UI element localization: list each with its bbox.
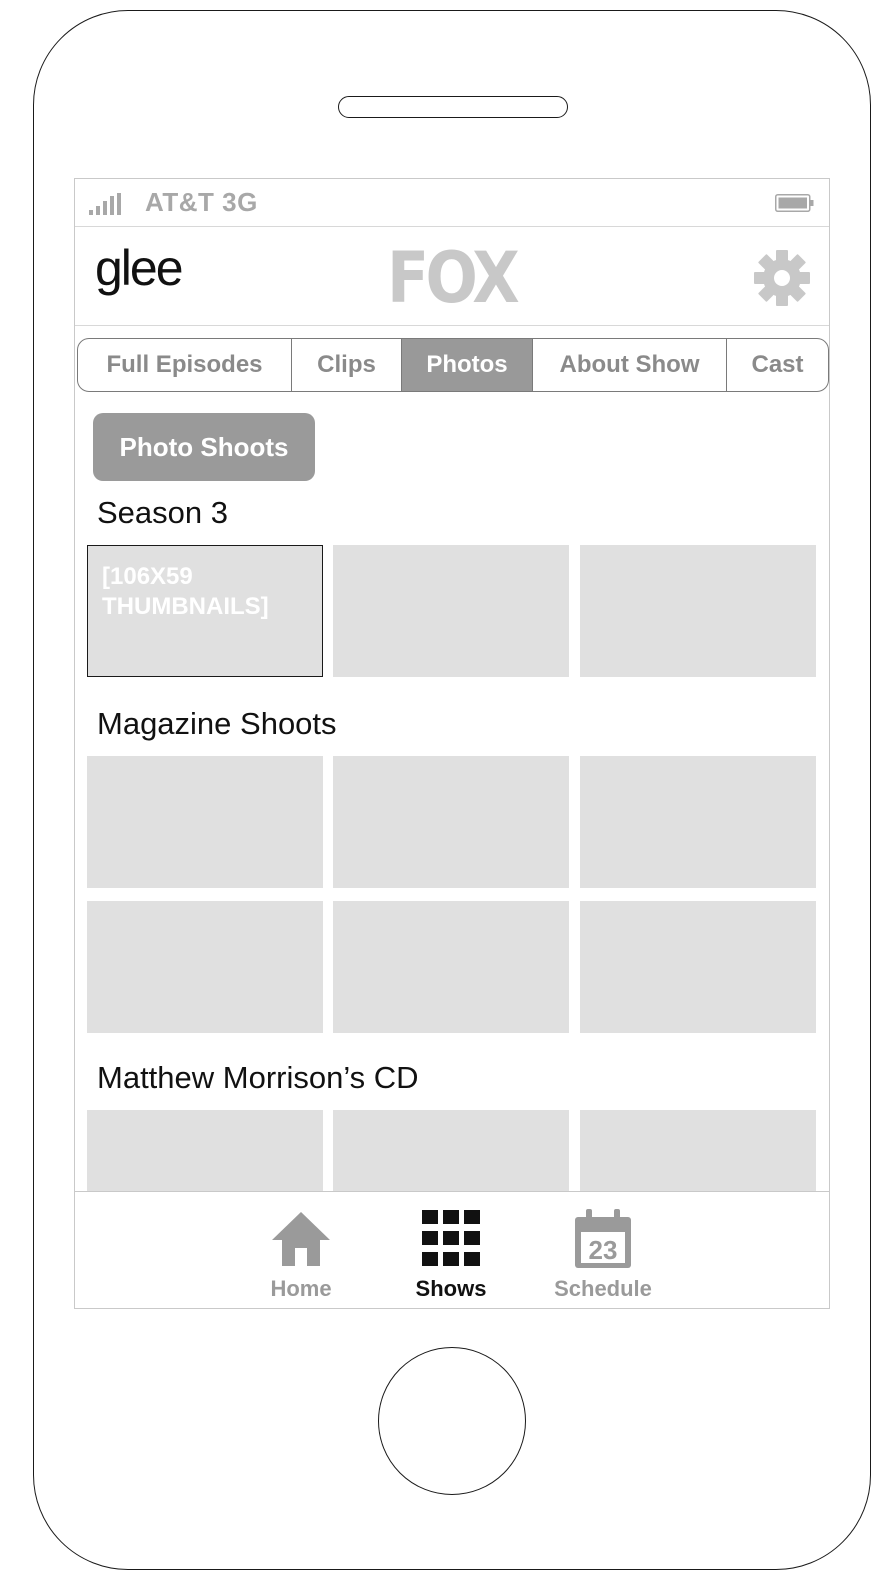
photo-thumbnail[interactable] [580,545,816,677]
bottom-tab-bar: Home Shows 23 Schedule [75,1191,829,1308]
photo-thumbnail[interactable] [87,756,323,888]
photo-thumbnail[interactable]: [106X59 THUMBNAILS] [87,545,323,677]
signal-strength-icon [89,193,121,215]
tab-clips[interactable]: Clips [292,339,402,391]
tab-about-show[interactable]: About Show [533,339,727,391]
hardware-home-button[interactable] [378,1347,526,1495]
tab-full-episodes[interactable]: Full Episodes [78,339,292,391]
tab-cast[interactable]: Cast [727,339,828,391]
photo-thumbnail[interactable] [333,901,569,1033]
status-bar: AT&T 3G [75,179,829,227]
calendar-day-text: 23 [589,1235,618,1265]
app-header: glee FOX [75,227,829,326]
carrier-label: AT&T 3G [145,187,258,217]
section-title-season-3: Season 3 [97,495,228,530]
calendar-icon: 23 [575,1209,631,1268]
phone-speaker [338,96,568,118]
bottom-tab-label: Shows [415,1276,487,1301]
bottom-tab-schedule[interactable]: 23 Schedule [543,1192,663,1308]
grid-icon [422,1210,480,1266]
show-logo: glee [95,240,184,296]
bottom-tab-home[interactable]: Home [241,1192,361,1308]
section-title-magazine-shoots: Magazine Shoots [97,706,337,741]
thumbnail-size-note: [106X59 THUMBNAILS] [102,563,269,620]
home-icon [272,1212,330,1266]
photo-thumbnail[interactable] [580,756,816,888]
photo-thumbnail[interactable] [87,901,323,1033]
section-title-matthew-morrisons-cd: Matthew Morrison’s CD [97,1060,419,1095]
bottom-tab-label: Home [270,1276,332,1301]
bottom-tab-label: Schedule [554,1276,652,1301]
photo-thumbnail[interactable] [333,545,569,677]
photo-thumbnail[interactable] [333,756,569,888]
bottom-tab-shows[interactable]: Shows [391,1192,511,1308]
photo-shoots-button[interactable]: Photo Shoots [93,413,315,481]
battery-icon [775,194,814,212]
content-tabs: Full Episodes Clips Photos About Show Ca… [77,338,829,392]
gear-icon[interactable] [753,249,811,307]
tab-photos[interactable]: Photos [402,339,533,391]
network-logo: FOX [387,237,520,319]
app-screen: AT&T 3G glee FOX Full Episodes Clips Pho… [74,178,830,1309]
photo-thumbnail[interactable] [580,901,816,1033]
